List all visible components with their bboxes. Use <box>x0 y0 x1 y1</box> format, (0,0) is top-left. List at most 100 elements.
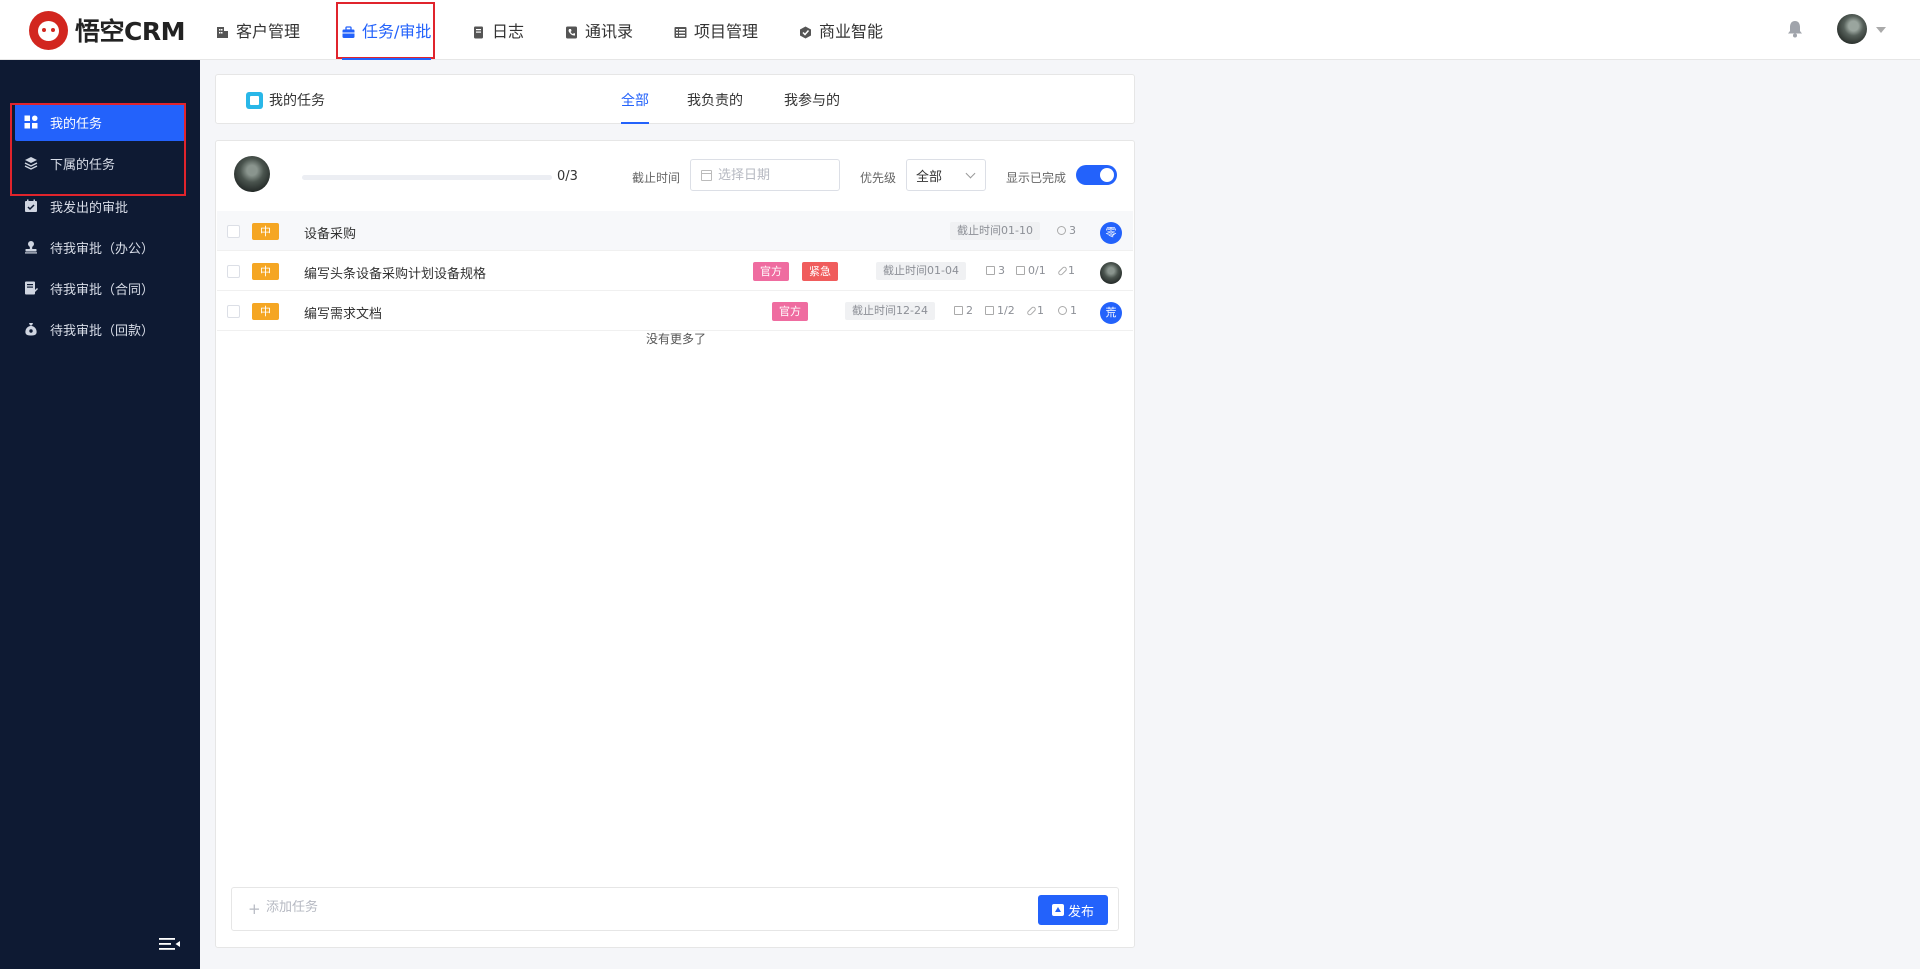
sidebar-item-label: 待我审批（办公） <box>50 241 155 257</box>
subtask-icon <box>1016 266 1025 275</box>
file-count-value: 2 <box>966 304 973 317</box>
task-row[interactable]: 中 设备采购 截止时间01-10 3 零 <box>217 211 1133 251</box>
file-count: 2 <box>954 304 973 317</box>
toggle-knob <box>1100 168 1114 182</box>
task-checkbox[interactable] <box>227 305 240 318</box>
subtask-icon <box>985 306 994 315</box>
comment-count: 1 <box>1058 304 1077 317</box>
comment-count-value: 1 <box>1070 304 1077 317</box>
due-date-badge: 截止时间01-10 <box>950 222 1040 240</box>
task-checkbox[interactable] <box>227 225 240 238</box>
money-bag-icon <box>24 322 38 336</box>
sidebar-item-label: 待我审批（回款） <box>50 323 155 339</box>
no-more-text: 没有更多了 <box>645 332 706 346</box>
subtask-count: 1/2 <box>985 304 1015 317</box>
assignee-avatar[interactable]: 零 <box>1100 222 1122 244</box>
page-title-text: 我的任务 <box>269 93 325 109</box>
tab-participating[interactable]: 我参与的 <box>784 75 840 124</box>
calendar-check-icon <box>24 199 38 213</box>
task-row[interactable]: 中 编写需求文档 官方 截止时间12-24 2 1/2 1 1 荒 <box>217 291 1133 331</box>
comment-count: 3 <box>1057 224 1076 237</box>
file-count-value: 3 <box>998 264 1005 277</box>
task-checkbox[interactable] <box>227 265 240 278</box>
tab-all[interactable]: 全部 <box>621 75 649 124</box>
nav-task-approval[interactable]: 任务/审批 <box>336 0 436 60</box>
deadline-label: 截止时间 <box>632 171 681 185</box>
subtask-count: 0/1 <box>1016 264 1046 277</box>
task-name[interactable]: 设备采购 <box>304 223 356 242</box>
paperclip-icon <box>1026 305 1037 316</box>
task-list-panel: 0/3 截止时间 优先级 全部 显示已完成 中 设备采购 截止时间01-10 3… <box>215 140 1135 948</box>
due-date-badge: 截止时间12-24 <box>845 302 935 320</box>
subtask-count-value: 1/2 <box>997 304 1015 317</box>
attachment-count-value: 1 <box>1037 304 1044 317</box>
project-icon <box>674 24 687 38</box>
task-row[interactable]: 中 编写头条设备采购计划设备规格 官方 紧急 截止时间01-04 3 0/1 1 <box>217 251 1133 291</box>
nav-business-intelligence[interactable]: 商业智能 <box>799 0 883 60</box>
sidebar-item-my-approvals[interactable]: 我发出的审批 <box>15 187 185 225</box>
assignee-avatar[interactable]: 荒 <box>1100 302 1122 324</box>
priority-label: 优先级 <box>860 171 897 185</box>
contract-icon <box>24 281 38 295</box>
active-underline <box>342 58 432 60</box>
page-title: 我的任务 <box>246 90 325 110</box>
publish-label: 发布 <box>1067 904 1094 920</box>
monkey-logo-icon <box>29 10 68 50</box>
nav-project-management[interactable]: 项目管理 <box>674 0 758 60</box>
tag-label: 官方 <box>753 262 789 281</box>
file-count: 3 <box>986 264 1005 277</box>
priority-select[interactable]: 全部 <box>906 159 986 191</box>
app-logo[interactable]: 悟空CRM <box>29 10 185 50</box>
show-completed-label: 显示已完成 <box>1006 171 1067 185</box>
subtask-count-value: 0/1 <box>1028 264 1046 277</box>
priority-badge: 中 <box>252 223 279 240</box>
progress-text: 0/3 <box>557 169 578 184</box>
caret-down-icon[interactable] <box>1876 27 1886 33</box>
assignee-avatar[interactable] <box>1100 262 1122 284</box>
top-navbar: 悟空CRM 客户管理 任务/审批 日志 通讯录 项目管理 商业智能 <box>0 0 1920 60</box>
nav-label: 项目管理 <box>694 22 759 41</box>
tag-label: 官方 <box>772 302 808 321</box>
user-avatar[interactable] <box>1837 14 1867 44</box>
task-name[interactable]: 编写需求文档 <box>304 303 382 322</box>
copy-icon <box>986 266 995 275</box>
attachment-count: 1 <box>1026 304 1044 317</box>
chevron-down-icon <box>965 168 976 179</box>
show-completed-toggle[interactable] <box>1076 165 1117 185</box>
add-task-input[interactable] <box>266 900 866 915</box>
journal-icon <box>472 24 485 38</box>
nav-contacts[interactable]: 通讯录 <box>565 0 633 60</box>
sidebar-item-label: 我发出的审批 <box>50 200 129 216</box>
due-date-badge: 截止时间01-04 <box>876 262 966 280</box>
sidebar: 我的任务 下属的任务 我发出的审批 待我审批（办公） 待我审批（合同） 待我审批… <box>0 60 200 969</box>
plus-icon: + <box>248 900 261 918</box>
task-name[interactable]: 编写头条设备采购计划设备规格 <box>304 263 486 282</box>
tag-label: 紧急 <box>802 262 838 281</box>
progress-bar <box>302 175 552 180</box>
deadline-date-picker[interactable] <box>690 159 840 191</box>
attachment-count: 1 <box>1057 264 1075 277</box>
owner-avatar <box>234 156 270 192</box>
publish-button[interactable]: 发布 <box>1038 895 1108 925</box>
nav-label: 商业智能 <box>819 22 884 41</box>
nav-customer-management[interactable]: 客户管理 <box>216 0 300 60</box>
comment-icon <box>1058 306 1067 315</box>
sidebar-item-pending-payment[interactable]: 待我审批（回款） <box>15 310 185 348</box>
add-task-bar: + 发布 <box>231 887 1119 931</box>
collapse-menu-icon[interactable] <box>159 937 181 951</box>
sidebar-item-pending-office[interactable]: 待我审批（办公） <box>15 228 185 266</box>
bi-icon <box>799 24 812 38</box>
sidebar-item-pending-contract[interactable]: 待我审批（合同） <box>15 269 185 307</box>
date-input[interactable] <box>718 167 828 183</box>
nav-label: 客户管理 <box>236 22 301 41</box>
calendar-icon <box>701 169 712 181</box>
tasks-header: 我的任务 全部 我负责的 我参与的 <box>215 74 1135 124</box>
comment-icon <box>1057 226 1066 235</box>
nav-journal[interactable]: 日志 <box>472 0 524 60</box>
priority-badge: 中 <box>252 263 279 280</box>
nav-label: 日志 <box>492 22 525 41</box>
tab-responsible[interactable]: 我负责的 <box>687 75 743 124</box>
bell-icon[interactable] <box>1787 20 1803 38</box>
briefcase-icon <box>342 24 355 38</box>
attachment-count-value: 1 <box>1068 264 1075 277</box>
